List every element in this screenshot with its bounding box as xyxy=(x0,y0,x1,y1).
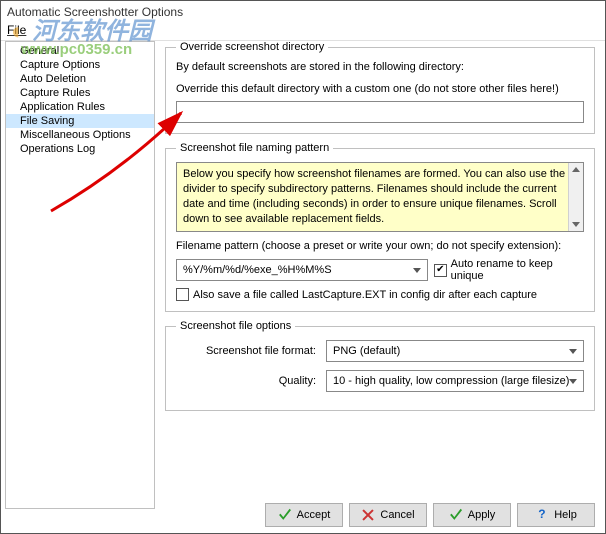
sidebar-item-auto-deletion[interactable]: Auto Deletion xyxy=(6,72,154,86)
x-icon xyxy=(361,508,375,522)
quality-label: Quality: xyxy=(176,375,326,387)
accept-button[interactable]: Accept xyxy=(265,503,343,527)
window-title: Automatic Screenshotter Options xyxy=(1,1,605,21)
override-directory-input[interactable] xyxy=(176,101,584,123)
help-label: Help xyxy=(554,509,577,521)
sidebar-item-misc-options[interactable]: Miscellaneous Options xyxy=(6,128,154,142)
filename-pattern-value: %Y/%m/%d/%exe_%H%M%S xyxy=(183,264,332,276)
help-icon xyxy=(535,508,549,522)
quality-select[interactable]: 10 - high quality, low compression (larg… xyxy=(326,370,584,392)
options-legend: Screenshot file options xyxy=(176,320,295,332)
lastcapture-label: Also save a file called LastCapture.EXT … xyxy=(193,289,537,301)
auto-rename-checkbox[interactable]: ✔ Auto rename to keep unique xyxy=(434,258,584,282)
apply-button[interactable]: Apply xyxy=(433,503,511,527)
sidebar-item-capture-options[interactable]: Capture Options xyxy=(6,58,154,72)
auto-rename-label: Auto rename to keep unique xyxy=(451,258,584,282)
settings-panel: Override screenshot directory By default… xyxy=(155,41,601,509)
cancel-button[interactable]: Cancel xyxy=(349,503,427,527)
lastcapture-checkbox[interactable]: Also save a file called LastCapture.EXT … xyxy=(176,288,537,301)
filename-pattern-select[interactable]: %Y/%m/%d/%exe_%H%M%S xyxy=(176,259,428,281)
override-label: Override this default directory with a c… xyxy=(176,83,584,95)
sidebar-item-general[interactable]: General xyxy=(6,44,154,58)
override-legend: Override screenshot directory xyxy=(176,41,328,53)
naming-fieldset: Screenshot file naming pattern Below you… xyxy=(165,142,595,312)
format-select[interactable]: PNG (default) xyxy=(326,340,584,362)
accept-label: Accept xyxy=(297,509,331,521)
check-icon xyxy=(449,508,463,522)
cancel-label: Cancel xyxy=(380,509,414,521)
check-icon xyxy=(278,508,292,522)
override-fieldset: Override screenshot directory By default… xyxy=(165,41,595,134)
menubar: File xyxy=(1,21,605,41)
sidebar-item-operations-log[interactable]: Operations Log xyxy=(6,142,154,156)
checkbox-icon: ✔ xyxy=(434,264,447,277)
sidebar-item-capture-rules[interactable]: Capture Rules xyxy=(6,86,154,100)
button-bar: Accept Cancel Apply Help xyxy=(265,503,595,527)
apply-label: Apply xyxy=(468,509,496,521)
naming-legend: Screenshot file naming pattern xyxy=(176,142,333,154)
menu-file[interactable]: File xyxy=(7,23,26,37)
override-description: By default screenshots are stored in the… xyxy=(176,61,584,73)
naming-info-box[interactable]: Below you specify how screenshot filenam… xyxy=(176,162,584,232)
sidebar-tree[interactable]: General Capture Options Auto Deletion Ca… xyxy=(5,41,155,509)
sidebar-item-file-saving[interactable]: File Saving xyxy=(6,114,154,128)
format-value: PNG (default) xyxy=(333,345,400,357)
quality-value: 10 - high quality, low compression (larg… xyxy=(333,375,569,387)
pattern-label: Filename pattern (choose a preset or wri… xyxy=(176,240,584,252)
options-fieldset: Screenshot file options Screenshot file … xyxy=(165,320,595,411)
scrollbar[interactable] xyxy=(568,163,583,231)
format-label: Screenshot file format: xyxy=(176,345,326,357)
help-button[interactable]: Help xyxy=(517,503,595,527)
sidebar-item-application-rules[interactable]: Application Rules xyxy=(6,100,154,114)
checkbox-icon xyxy=(176,288,189,301)
